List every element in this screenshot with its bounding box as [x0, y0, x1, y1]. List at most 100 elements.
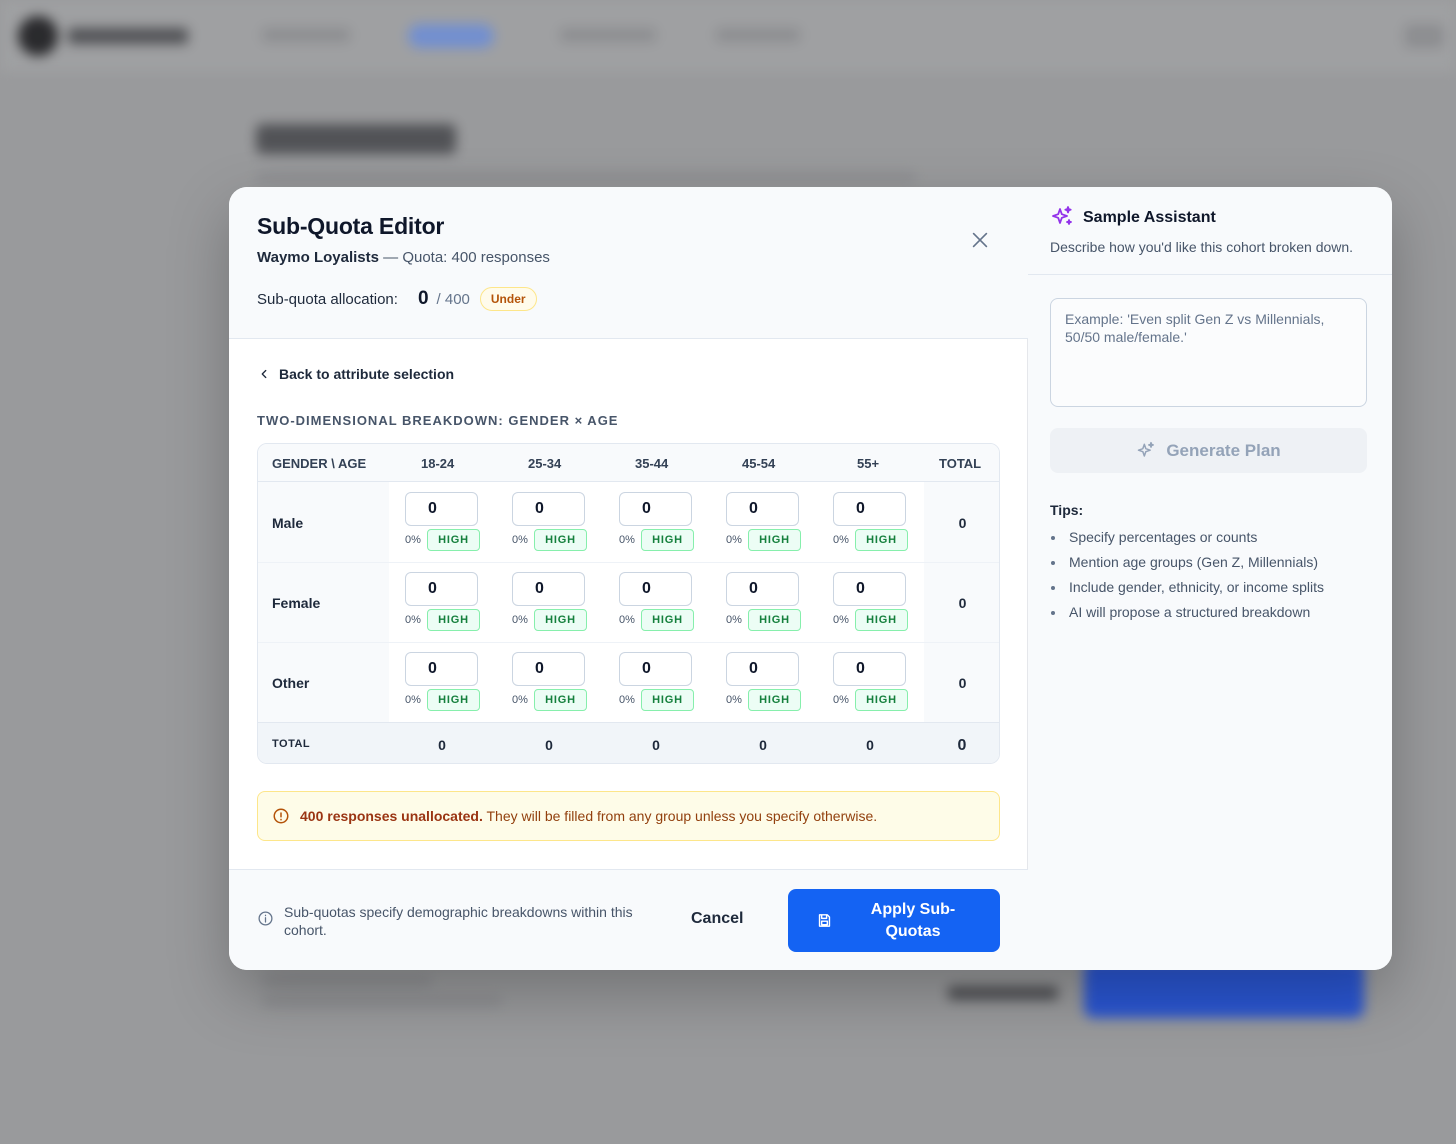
cell-percent: 0%: [619, 694, 635, 706]
unallocated-warning: 400 responses unallocated. They will be …: [257, 791, 1000, 841]
quota-input[interactable]: [512, 572, 585, 606]
assistant-title: Sample Assistant: [1083, 209, 1216, 226]
allocation-count: 0: [417, 288, 429, 309]
corner-header: GENDER \ AGE: [272, 456, 367, 471]
quota-input[interactable]: [833, 492, 906, 526]
quota-input[interactable]: [726, 572, 799, 606]
cell-percent: 0%: [405, 534, 421, 546]
quota-cell: 0% HIGH: [389, 652, 480, 716]
column-total: 0: [545, 737, 553, 753]
quota-grid: GENDER \ AGE 18-24 25-34 35-44 45-54 55+…: [257, 443, 1000, 764]
column-header: 18-24: [421, 456, 455, 471]
tip-item: AI will propose a structured breakdown: [1050, 600, 1324, 625]
quota-cell: 0% HIGH: [710, 492, 801, 556]
chevron-left-icon: [261, 369, 267, 379]
column-total: 0: [866, 737, 874, 753]
cell-percent: 0%: [512, 534, 528, 546]
modal-subtitle: Waymo Loyalists — Quota: 400 responses: [257, 249, 550, 266]
total-column-header: TOTAL: [939, 456, 982, 471]
quota-cell: 0% HIGH: [603, 652, 694, 716]
cell-percent: 0%: [833, 694, 849, 706]
quota-input[interactable]: [405, 492, 478, 526]
quota-cell: 0% HIGH: [817, 652, 908, 716]
modal-header: Sub-Quota Editor Waymo Loyalists — Quota…: [229, 187, 1028, 339]
cell-percent: 0%: [726, 534, 742, 546]
row-total: 0: [958, 515, 967, 531]
sample-assistant-panel: Sample Assistant Describe how you'd like…: [1028, 187, 1392, 970]
quota-input[interactable]: [833, 572, 906, 606]
cancel-button[interactable]: Cancel: [691, 910, 743, 928]
row-total: 0: [958, 675, 967, 691]
feasibility-badge: HIGH: [748, 609, 801, 631]
back-label: Back to attribute selection: [279, 366, 455, 382]
grand-total: 0: [957, 737, 967, 754]
quota-input[interactable]: [512, 652, 585, 686]
back-to-attribute-selection-link[interactable]: Back to attribute selection: [257, 366, 454, 382]
tips-title: Tips:: [1050, 502, 1084, 518]
quota-input[interactable]: [405, 572, 478, 606]
allocation-label: Sub-quota allocation:: [257, 290, 398, 308]
cell-percent: 0%: [405, 694, 421, 706]
feasibility-badge: HIGH: [641, 689, 694, 711]
feasibility-badge: HIGH: [748, 689, 801, 711]
quota-input[interactable]: [512, 492, 585, 526]
tip-item: Mention age groups (Gen Z, Millennials): [1050, 550, 1324, 575]
quota-cell: 0% HIGH: [389, 492, 480, 556]
save-icon: [818, 914, 831, 927]
quota-input[interactable]: [405, 652, 478, 686]
quota-input[interactable]: [833, 652, 906, 686]
totals-row: TOTAL 0 0 0 0 0 0: [258, 722, 999, 763]
row-label: Other: [272, 675, 310, 691]
assistant-prompt-input[interactable]: [1050, 298, 1367, 407]
quota-cell: 0% HIGH: [496, 652, 587, 716]
background-nav-active: [408, 24, 494, 48]
quota-cell: 0% HIGH: [817, 572, 908, 636]
feasibility-badge: HIGH: [427, 689, 480, 711]
column-total: 0: [652, 737, 660, 753]
feasibility-badge: HIGH: [855, 609, 908, 631]
sparkles-icon: [1052, 206, 1072, 225]
tip-item: Specify percentages or counts: [1050, 525, 1324, 550]
quota-text: — Quota: 400 responses: [383, 249, 550, 266]
cell-percent: 0%: [619, 614, 635, 626]
background-logo: [18, 16, 58, 56]
grid-header: GENDER \ AGE 18-24 25-34 35-44 45-54 55+…: [258, 444, 999, 482]
cell-percent: 0%: [726, 694, 742, 706]
totals-label: TOTAL: [272, 738, 311, 750]
feasibility-badge: HIGH: [534, 689, 587, 711]
cell-percent: 0%: [405, 614, 421, 626]
modal-footer: Sub-quotas specify demographic breakdown…: [229, 869, 1028, 970]
quota-cell: 0% HIGH: [710, 652, 801, 716]
warning-bold: 400 responses unallocated.: [300, 808, 483, 824]
close-icon[interactable]: [969, 229, 991, 251]
row-label: Female: [272, 595, 321, 611]
quota-cell: 0% HIGH: [496, 572, 587, 636]
feasibility-badge: HIGH: [748, 529, 801, 551]
cell-percent: 0%: [512, 694, 528, 706]
quota-input[interactable]: [726, 492, 799, 526]
generate-plan-button[interactable]: Generate Plan: [1050, 428, 1367, 473]
assistant-description: Describe how you'd like this cohort brok…: [1050, 239, 1354, 255]
apply-sub-quotas-button[interactable]: Apply Sub-Quotas: [788, 889, 1000, 952]
quota-cell: 0% HIGH: [389, 572, 480, 636]
feasibility-badge: HIGH: [641, 609, 694, 631]
quota-input[interactable]: [619, 492, 692, 526]
quota-cell: 0% HIGH: [496, 492, 587, 556]
quota-input[interactable]: [726, 652, 799, 686]
assistant-header: Sample Assistant Describe how you'd like…: [1028, 187, 1392, 275]
row-total: 0: [958, 595, 967, 611]
generate-plan-label: Generate Plan: [1166, 440, 1281, 460]
apply-label: Apply Sub-Quotas: [870, 900, 956, 940]
column-total: 0: [759, 737, 767, 753]
quota-input[interactable]: [619, 572, 692, 606]
cohort-name: Waymo Loyalists: [257, 249, 379, 266]
column-header: 35-44: [635, 456, 669, 471]
footer-info: Sub-quotas specify demographic breakdown…: [257, 903, 657, 939]
quota-input[interactable]: [619, 652, 692, 686]
feasibility-badge: HIGH: [641, 529, 694, 551]
tip-item: Include gender, ethnicity, or income spl…: [1050, 575, 1324, 600]
row-label: Male: [272, 515, 304, 531]
feasibility-badge: HIGH: [855, 689, 908, 711]
cell-percent: 0%: [833, 614, 849, 626]
column-header: 25-34: [528, 456, 562, 471]
